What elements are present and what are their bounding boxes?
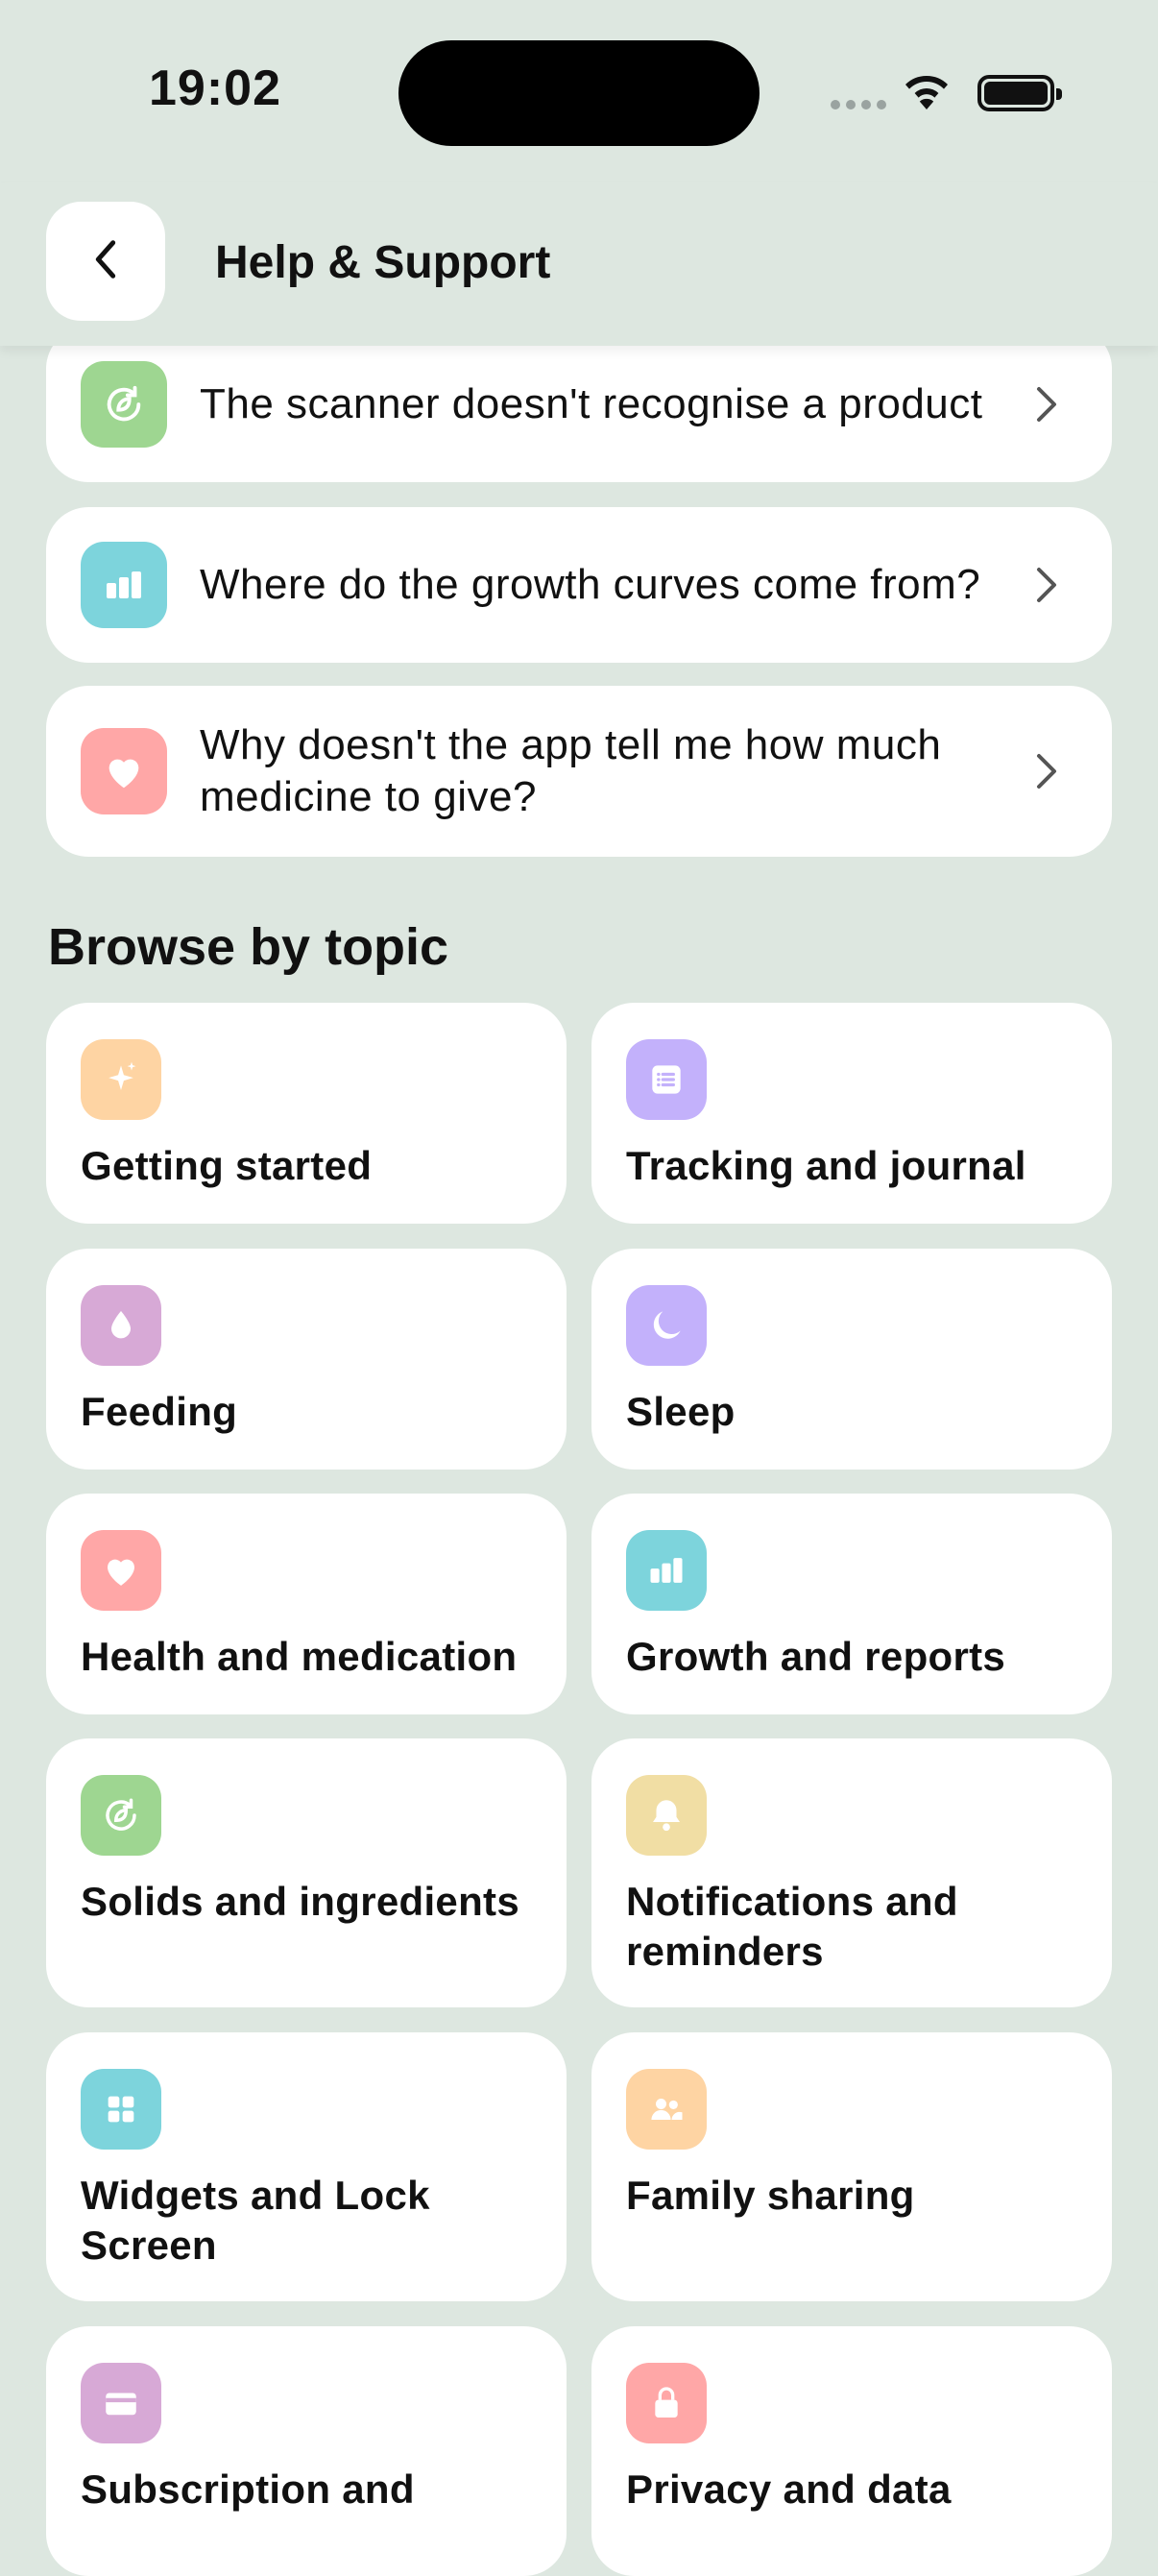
topic-card[interactable]: Notifications and reminders [591, 1738, 1112, 2007]
topic-card[interactable]: Tracking and journal [591, 1003, 1112, 1224]
cellular-signal-icon [831, 100, 886, 109]
topic-card[interactable]: Getting started [46, 1003, 567, 1224]
status-time: 19:02 [149, 61, 281, 116]
back-button[interactable] [46, 202, 165, 321]
topic-label: Solids and ingredients [81, 1879, 519, 1924]
droplet-icon [81, 1285, 161, 1366]
topic-card[interactable]: Subscription and [46, 2326, 567, 2576]
faq-question: Where do the growth curves come from? [200, 561, 981, 608]
topic-label: Family sharing [626, 2173, 915, 2218]
faq-question: Why doesn't the app tell me how much med… [200, 721, 942, 820]
people-icon [626, 2069, 707, 2150]
dynamic-island [398, 40, 760, 146]
leaf-cycle-icon [81, 361, 167, 448]
card-icon [81, 2363, 161, 2443]
topic-card[interactable]: Widgets and Lock Screen [46, 2032, 567, 2301]
heart-icon [81, 728, 167, 814]
topic-card[interactable]: Feeding [46, 1249, 567, 1470]
page-title: Help & Support [215, 237, 551, 288]
chevron-right-icon [1035, 385, 1064, 424]
topic-label: Sleep [626, 1389, 736, 1434]
topic-card[interactable]: Privacy and data [591, 2326, 1112, 2576]
topic-label: Privacy and data [626, 2467, 952, 2512]
faq-question: The scanner doesn't recognise a product [200, 380, 983, 427]
topic-label: Getting started [81, 1143, 373, 1188]
topic-label: Growth and reports [626, 1634, 1006, 1679]
wifi-icon [901, 71, 953, 114]
topic-card[interactable]: Growth and reports [591, 1494, 1112, 1714]
faq-item[interactable]: Where do the growth curves come from? [46, 507, 1112, 663]
leaf-cycle-icon [81, 1775, 161, 1856]
lock-icon [626, 2363, 707, 2443]
topic-label: Health and medication [81, 1634, 518, 1679]
topic-label: Widgets and Lock Screen [81, 2173, 430, 2268]
chevron-right-icon [1035, 752, 1064, 790]
nav-header: Help & Support [0, 182, 1158, 346]
help-content: The scanner doesn't recognise a product … [0, 0, 1158, 2576]
topic-card[interactable]: Solids and ingredients [46, 1738, 567, 2007]
sparkle-icon [81, 1039, 161, 1120]
bar-chart-icon [626, 1530, 707, 1611]
bell-icon [626, 1775, 707, 1856]
topic-label: Feeding [81, 1389, 238, 1434]
chevron-right-icon [1035, 566, 1064, 604]
bar-chart-icon [81, 542, 167, 628]
battery-icon [977, 75, 1062, 111]
moon-icon [626, 1285, 707, 1366]
list-icon [626, 1039, 707, 1120]
topic-label: Subscription and [81, 2467, 415, 2512]
topic-card[interactable]: Sleep [591, 1249, 1112, 1470]
status-bar: 19:02 [0, 0, 1158, 182]
topic-label: Tracking and journal [626, 1143, 1026, 1188]
faq-item[interactable]: Why doesn't the app tell me how much med… [46, 686, 1112, 857]
topic-card[interactable]: Family sharing [591, 2032, 1112, 2301]
topic-card[interactable]: Health and medication [46, 1494, 567, 1714]
grid-icon [81, 2069, 161, 2150]
faq-item[interactable]: The scanner doesn't recognise a product [46, 327, 1112, 482]
chevron-left-icon [92, 237, 119, 286]
heart-icon [81, 1530, 161, 1611]
topic-label: Notifications and reminders [626, 1879, 958, 1974]
section-title: Browse by topic [48, 918, 449, 976]
